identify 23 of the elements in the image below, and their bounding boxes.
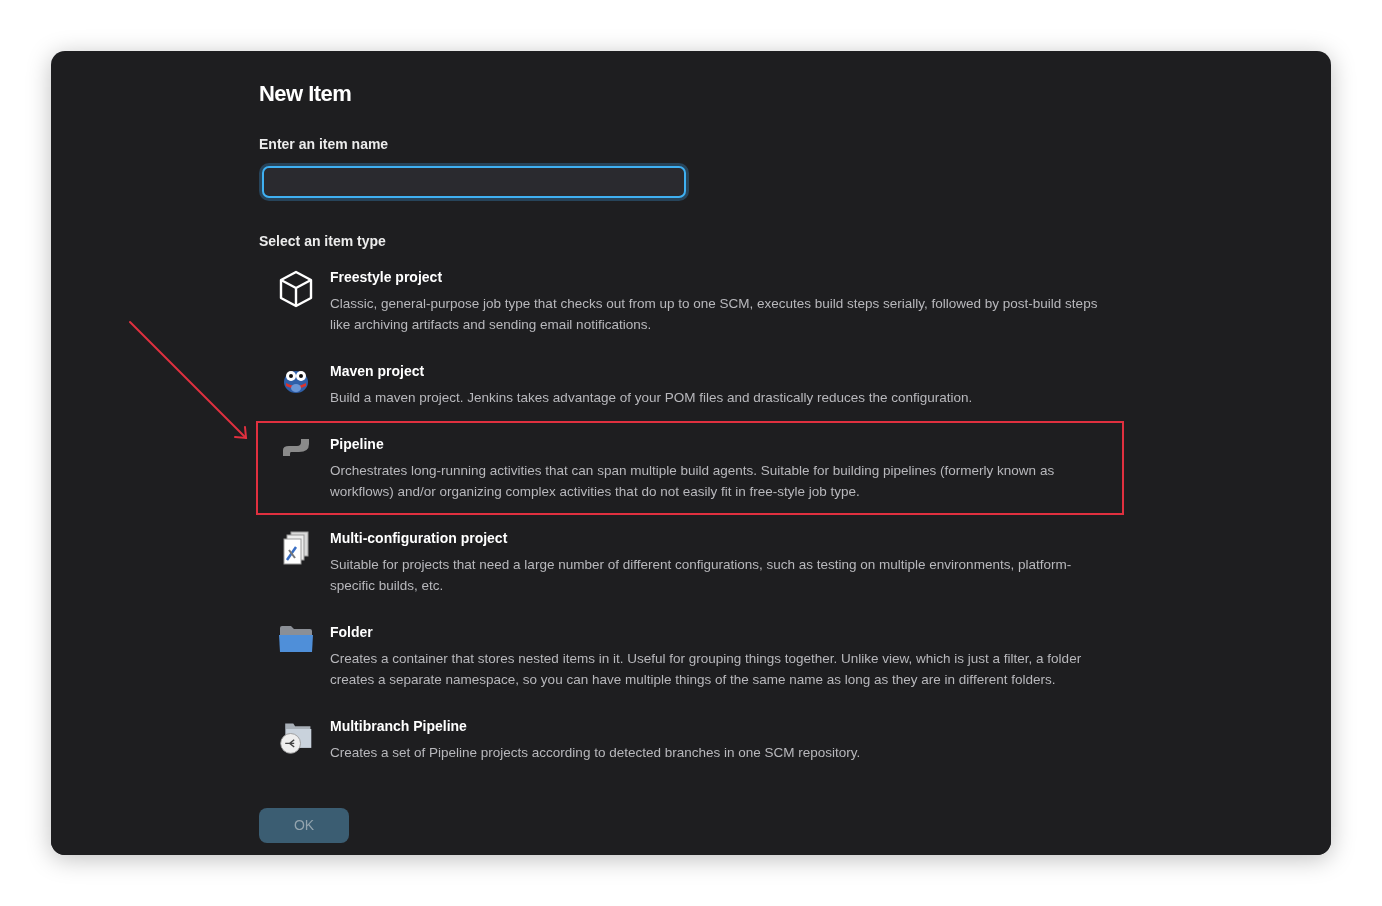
item-type-description: Creates a container that stores nested items in it. Useful for grouping things together. Unlike view, which is just a filter, a folder creates a separate namespace, so you can have multiple things of the same name as long as they are in different folders.	[330, 650, 1083, 689]
folder-icon	[278, 624, 314, 654]
item-type-description: Suitable for projects that need a large number of different configurations, such as testing on multiple environments, platform-specific builds, etc.	[330, 556, 1073, 595]
item-type-description: Build a maven project. Jenkins takes advantage of your POM files and drastically reduces the configuration.	[330, 389, 974, 407]
page-title: New Item	[259, 80, 353, 107]
cube-icon	[278, 269, 314, 309]
item-type-description: Classic, general-purpose job type that checks out from up to one SCM, executes build steps serially, followed by post-build steps like archiving artifacts and sending email notifications.	[330, 295, 1099, 334]
item-type-name: Pipeline	[330, 435, 385, 454]
item-type-name: Multi-configuration project	[330, 529, 509, 548]
item-type-name: Folder	[330, 623, 374, 642]
documents-icon	[281, 530, 311, 566]
item-type-option[interactable]: Multibranch Pipeline Creates a set of Pipeline projects according to detected branches in one SCM repository.	[256, 703, 1124, 776]
item-name-field[interactable]	[262, 166, 686, 198]
item-type-name: Multibranch Pipeline	[330, 717, 468, 736]
item-type-option[interactable]	[256, 421, 1124, 515]
item-type-option[interactable]: Multi-configuration project Suitable for projects that need a large number of different configurations, such as testing on multiple environments, platform-specific builds, etc.	[256, 515, 1124, 609]
item-type-name: Freestyle project	[330, 268, 444, 287]
section-label: Select an item type	[259, 232, 387, 251]
item-type-option[interactable]: Maven project Build a maven project. Jenkins takes advantage of your POM files and drastically reduces the configuration.	[256, 348, 1124, 421]
item-type-description: Orchestrates long-running activities that can span multiple build agents. Suitable for building pipelines (formerly known as workflows) and/or organizing complex activities that do not easily fit in free-style job type.	[330, 462, 1056, 501]
field-label: Enter an item name	[259, 135, 390, 154]
item-type-description: Creates a set of Pipeline projects according to detected branches in one SCM repository.	[330, 744, 862, 762]
item-type-name: Maven project	[330, 362, 426, 381]
